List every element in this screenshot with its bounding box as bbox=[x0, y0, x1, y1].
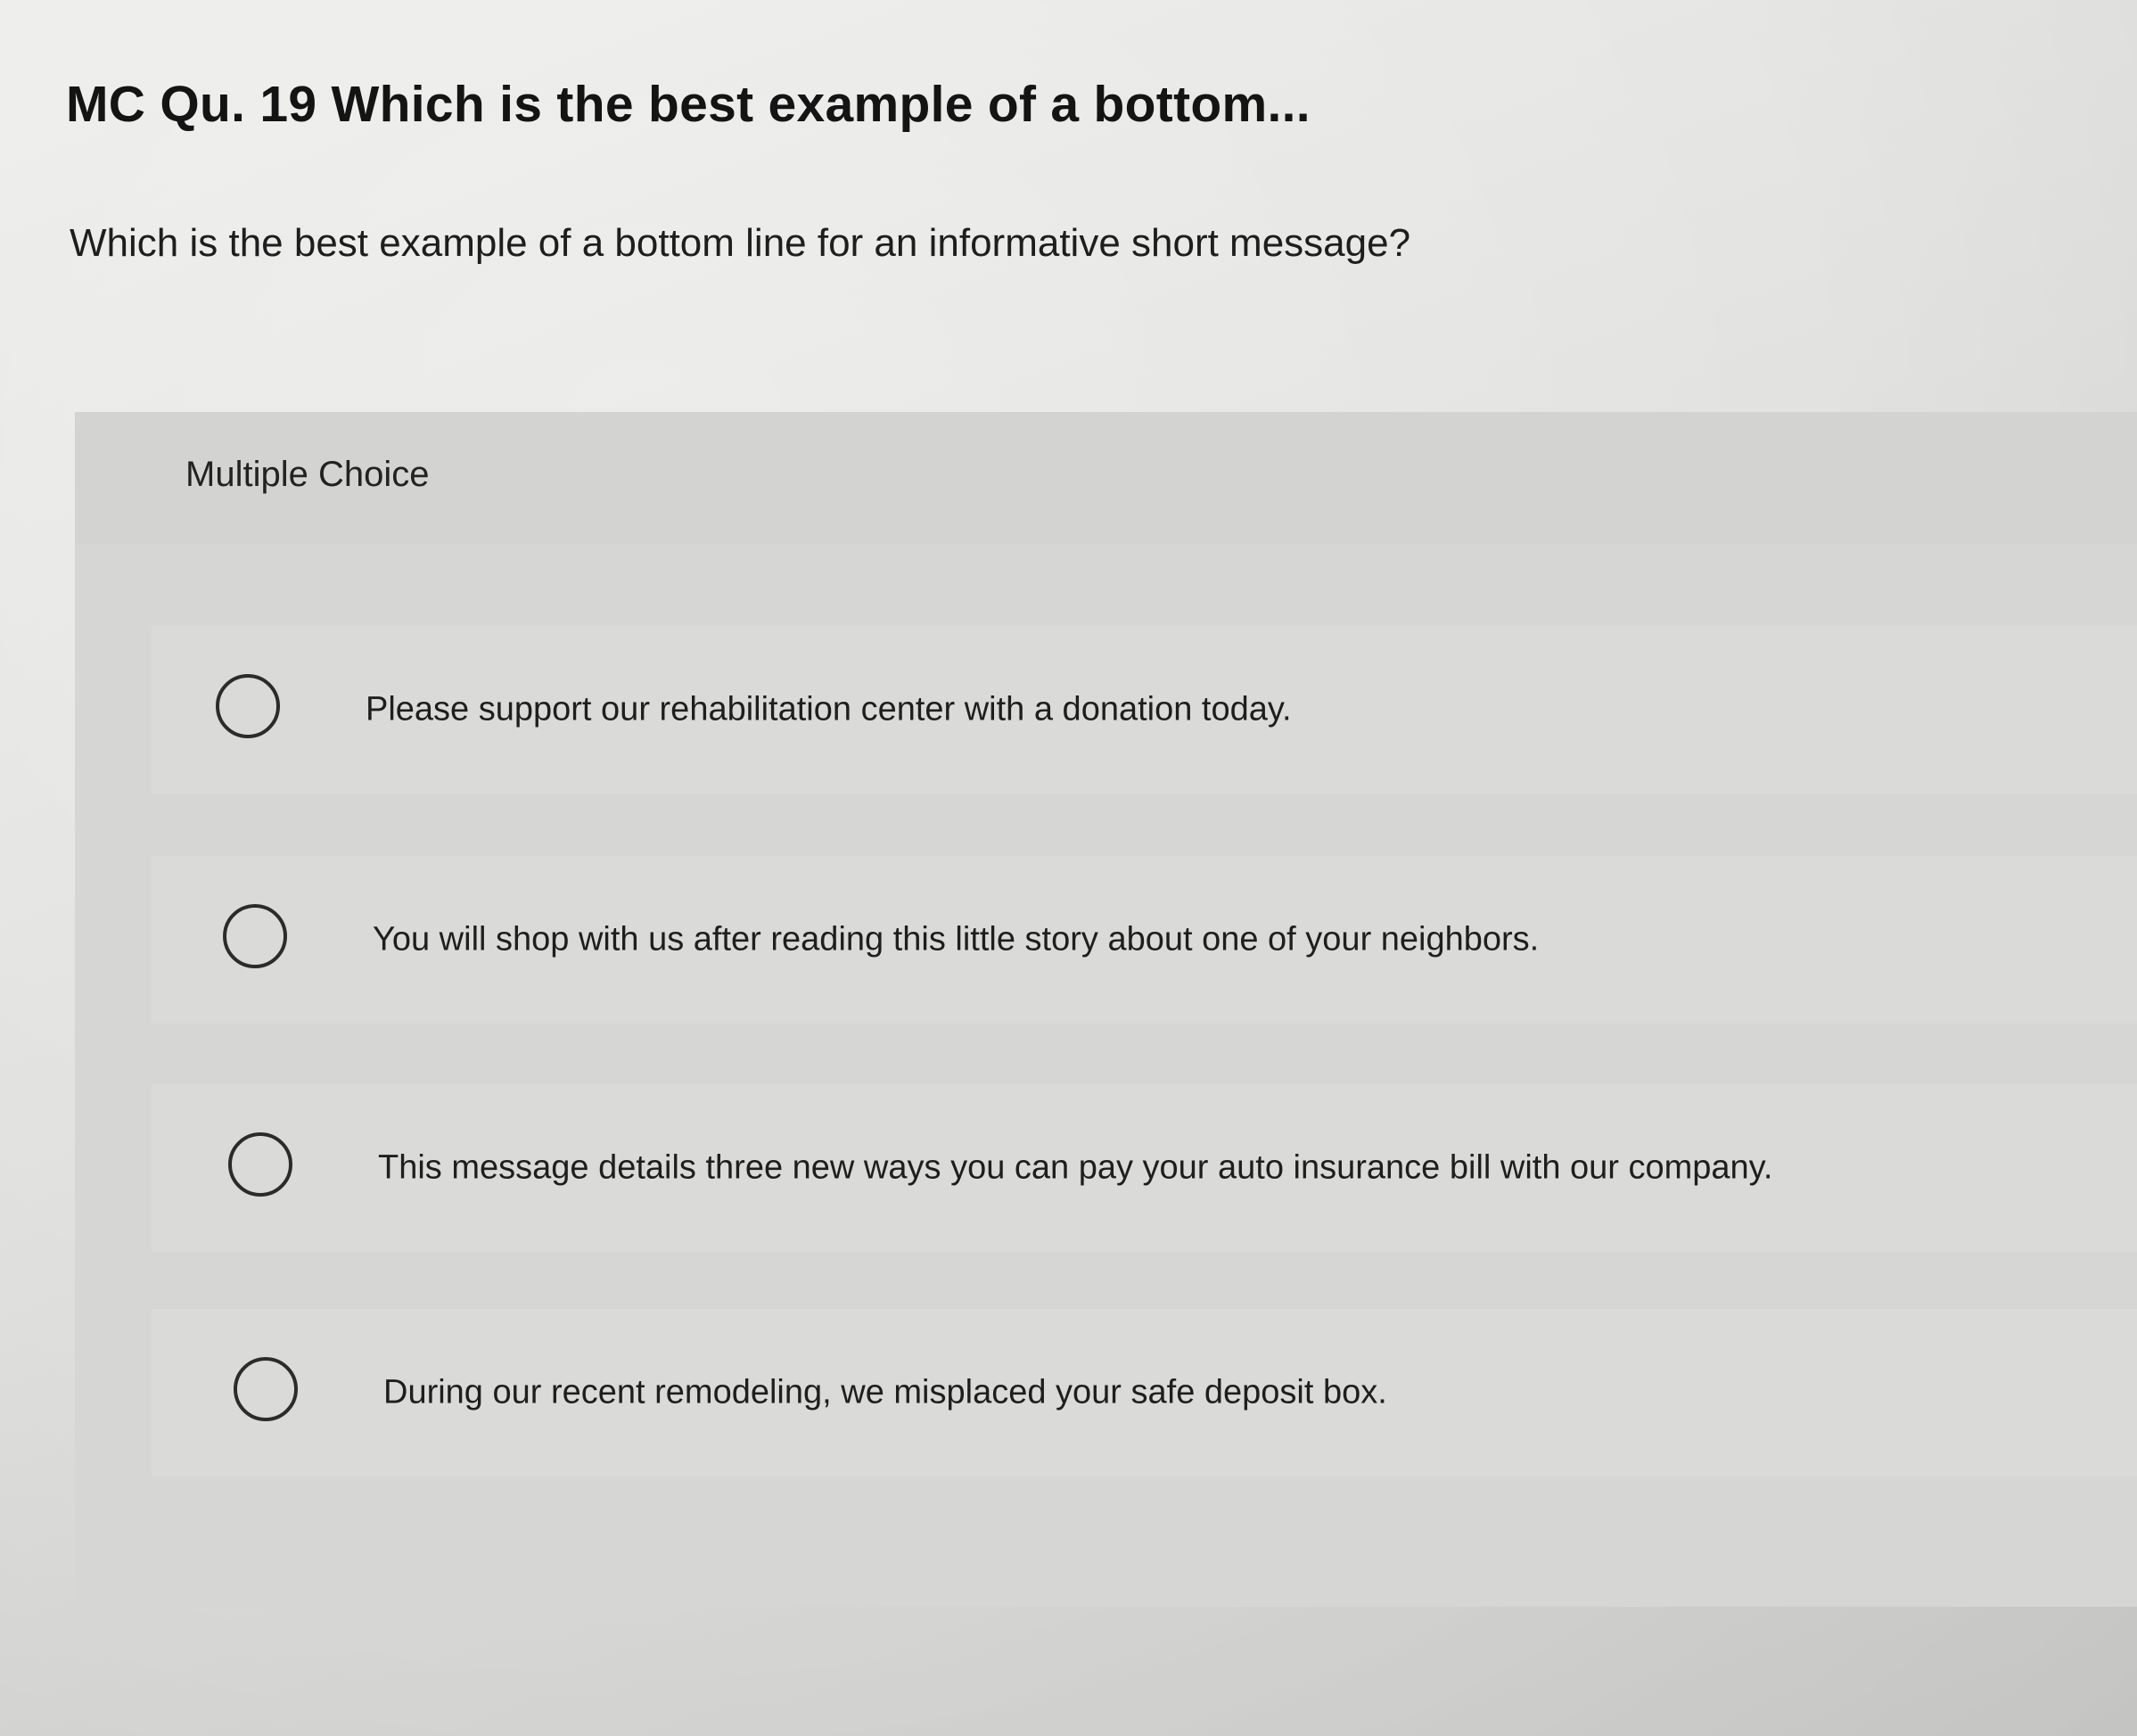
answer-option-text: You will shop with us after reading this… bbox=[373, 920, 1540, 959]
answer-option-text: This message details three new ways you … bbox=[378, 1148, 1773, 1187]
question-prompt: Which is the best example of a bottom li… bbox=[70, 221, 1411, 265]
radio-button-icon[interactable] bbox=[223, 904, 287, 968]
answer-option-3[interactable]: This message details three new ways you … bbox=[152, 1084, 2137, 1252]
answer-option-text: During our recent remodeling, we misplac… bbox=[383, 1373, 1387, 1411]
radio-button-icon[interactable] bbox=[228, 1132, 292, 1197]
answer-option-4[interactable]: During our recent remodeling, we misplac… bbox=[152, 1309, 2137, 1477]
multiple-choice-panel: Multiple Choice Please support our rehab… bbox=[75, 412, 2137, 1607]
radio-button-icon[interactable] bbox=[234, 1357, 298, 1421]
radio-button-icon[interactable] bbox=[216, 674, 280, 738]
multiple-choice-header: Multiple Choice bbox=[75, 412, 2137, 544]
answer-option-text: Please support our rehabilitation center… bbox=[366, 690, 1292, 728]
answer-option-1[interactable]: Please support our rehabilitation center… bbox=[152, 626, 2137, 794]
multiple-choice-label: Multiple Choice bbox=[185, 455, 430, 494]
answer-option-2[interactable]: You will shop with us after reading this… bbox=[152, 856, 2137, 1024]
question-title: MC Qu. 19 Which is the best example of a… bbox=[66, 76, 1311, 133]
